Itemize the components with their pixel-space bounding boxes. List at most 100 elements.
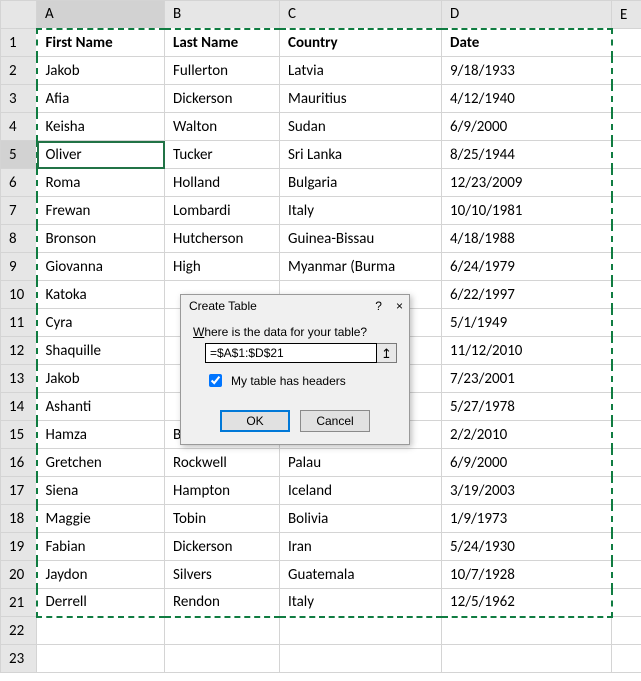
cell[interactable]: Roma [37, 169, 165, 197]
cell[interactable]: Hampton [165, 477, 280, 505]
row-header[interactable]: 2 [1, 57, 37, 85]
dialog-titlebar[interactable]: Create Table ? × [181, 295, 409, 317]
row-header[interactable]: 10 [1, 281, 37, 309]
row-header[interactable]: 22 [1, 617, 37, 645]
row-header[interactable]: 23 [1, 645, 37, 673]
cell[interactable]: Gretchen [37, 449, 165, 477]
range-input[interactable] [205, 343, 377, 363]
cell[interactable] [612, 337, 641, 365]
cell[interactable]: Fabian [37, 533, 165, 561]
cell[interactable]: 1/9/1973 [442, 505, 612, 533]
cell[interactable] [37, 645, 165, 673]
row-header[interactable]: 1 [1, 29, 37, 57]
cell[interactable] [442, 617, 612, 645]
cell[interactable]: 2/2/2010 [442, 421, 612, 449]
row-header[interactable]: 13 [1, 365, 37, 393]
cell[interactable]: 5/27/1978 [442, 393, 612, 421]
cell[interactable]: Guatemala [280, 561, 442, 589]
cell[interactable]: 5/1/1949 [442, 309, 612, 337]
cell[interactable]: 6/22/1997 [442, 281, 612, 309]
cell[interactable]: Ashanti [37, 393, 165, 421]
cell[interactable]: Hamza [37, 421, 165, 449]
cell[interactable]: Rockwell [165, 449, 280, 477]
cell[interactable]: Iceland [280, 477, 442, 505]
cell[interactable]: 3/19/2003 [442, 477, 612, 505]
cell[interactable] [612, 561, 641, 589]
cell[interactable]: 6/9/2000 [442, 113, 612, 141]
cell[interactable] [612, 589, 641, 617]
select-all-corner[interactable] [1, 1, 37, 29]
ok-button[interactable]: OK [220, 410, 290, 432]
cell[interactable]: Dickerson [165, 85, 280, 113]
cell[interactable]: Jakob [37, 365, 165, 393]
has-headers-checkbox[interactable] [209, 374, 222, 387]
cell[interactable]: Tucker [165, 141, 280, 169]
cell[interactable] [612, 85, 641, 113]
row-header[interactable]: 6 [1, 169, 37, 197]
cell[interactable]: Latvia [280, 57, 442, 85]
help-icon[interactable]: ? [375, 299, 382, 313]
cell[interactable]: Date [442, 29, 612, 57]
row-header[interactable]: 14 [1, 393, 37, 421]
cell[interactable]: Jaydon [37, 561, 165, 589]
cell[interactable] [612, 505, 641, 533]
row-header[interactable]: 12 [1, 337, 37, 365]
cell[interactable]: Bolivia [280, 505, 442, 533]
cell[interactable]: 11/12/2010 [442, 337, 612, 365]
cell[interactable]: Jakob [37, 57, 165, 85]
cell[interactable]: 6/24/1979 [442, 253, 612, 281]
cell[interactable]: 6/9/2000 [442, 449, 612, 477]
cell[interactable]: Italy [280, 589, 442, 617]
cell[interactable]: Bulgaria [280, 169, 442, 197]
cell[interactable]: Shaquille [37, 337, 165, 365]
row-header[interactable]: 21 [1, 589, 37, 617]
cell[interactable]: 9/18/1933 [442, 57, 612, 85]
cell[interactable] [165, 645, 280, 673]
cell[interactable]: 5/24/1930 [442, 533, 612, 561]
cell[interactable]: Tobin [165, 505, 280, 533]
row-header[interactable]: 5 [1, 141, 37, 169]
cell[interactable]: Last Name [165, 29, 280, 57]
row-header[interactable]: 8 [1, 225, 37, 253]
cell[interactable]: 12/5/1962 [442, 589, 612, 617]
cell[interactable]: Guinea-Bissau [280, 225, 442, 253]
cell[interactable] [612, 113, 641, 141]
cell[interactable]: Bronson [37, 225, 165, 253]
cell[interactable]: 10/10/1981 [442, 197, 612, 225]
col-header-A[interactable]: A [37, 1, 165, 29]
cell[interactable] [612, 477, 641, 505]
cell[interactable]: Palau [280, 449, 442, 477]
cell[interactable]: Afia [37, 85, 165, 113]
cell[interactable]: Rendon [165, 589, 280, 617]
cell[interactable] [442, 645, 612, 673]
row-header[interactable]: 11 [1, 309, 37, 337]
cell[interactable] [612, 309, 641, 337]
cell[interactable]: High [165, 253, 280, 281]
row-header[interactable]: 9 [1, 253, 37, 281]
row-header[interactable]: 3 [1, 85, 37, 113]
cell[interactable]: Giovanna [37, 253, 165, 281]
cell[interactable] [612, 645, 641, 673]
row-header[interactable]: 18 [1, 505, 37, 533]
row-header[interactable]: 16 [1, 449, 37, 477]
cell[interactable] [612, 141, 641, 169]
cell[interactable]: Italy [280, 197, 442, 225]
cell[interactable]: Lombardi [165, 197, 280, 225]
cell[interactable]: Hutcherson [165, 225, 280, 253]
cell[interactable]: First Name [37, 29, 165, 57]
cell[interactable]: 4/12/1940 [442, 85, 612, 113]
cell[interactable] [612, 197, 641, 225]
cell[interactable]: Maggie [37, 505, 165, 533]
cell[interactable]: Katoka [37, 281, 165, 309]
col-header-C[interactable]: C [280, 1, 442, 29]
cell[interactable]: 8/25/1944 [442, 141, 612, 169]
row-header[interactable]: 7 [1, 197, 37, 225]
cell[interactable] [280, 617, 442, 645]
cell[interactable]: 12/23/2009 [442, 169, 612, 197]
cell[interactable] [612, 225, 641, 253]
row-header[interactable]: 4 [1, 113, 37, 141]
col-header-E[interactable]: E [612, 1, 641, 29]
cell[interactable]: 7/23/2001 [442, 365, 612, 393]
cell[interactable] [612, 449, 641, 477]
cell[interactable]: Mauritius [280, 85, 442, 113]
